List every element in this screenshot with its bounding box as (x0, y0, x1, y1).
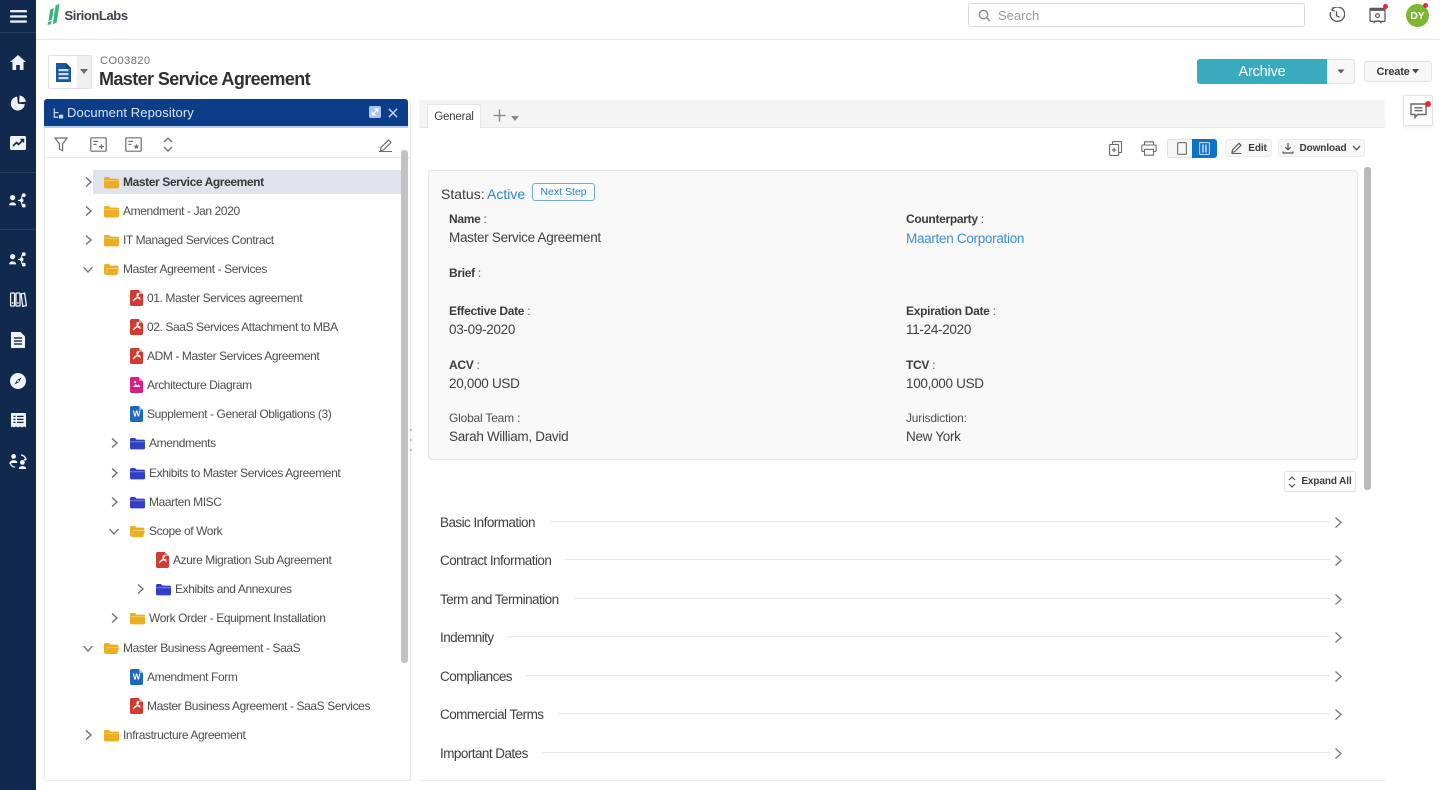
svg-text:W: W (133, 673, 141, 682)
svg-text:W: W (133, 410, 141, 419)
